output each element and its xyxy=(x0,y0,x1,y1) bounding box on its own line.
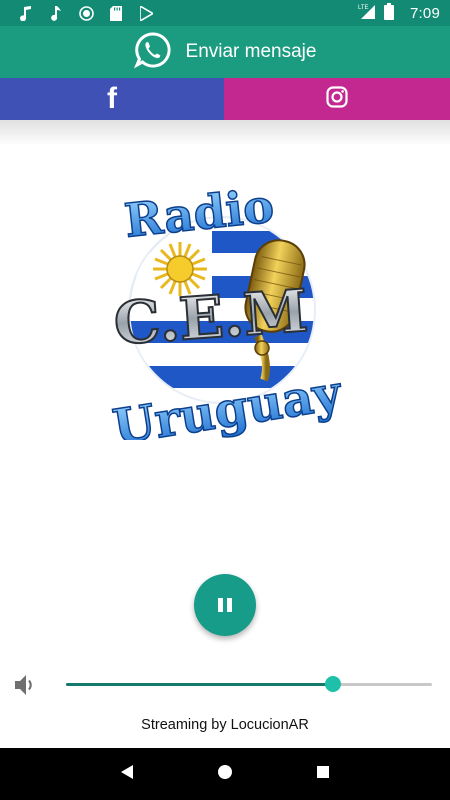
home-icon xyxy=(217,764,233,784)
home-button[interactable] xyxy=(211,760,239,788)
volume-level xyxy=(66,683,334,686)
play-store-icon xyxy=(138,5,154,21)
clock: 7:09 xyxy=(410,4,440,22)
notification-icons xyxy=(18,5,154,21)
instagram-button[interactable] xyxy=(224,78,450,120)
navigation-bar xyxy=(0,748,450,800)
facebook-button[interactable]: f xyxy=(0,78,224,120)
sync-icon xyxy=(78,5,94,21)
pause-icon xyxy=(216,598,234,612)
svg-text:LTE: LTE xyxy=(358,5,369,11)
back-button[interactable] xyxy=(113,760,141,788)
sd-card-icon xyxy=(108,5,124,21)
status-bar: LTE 7:09 xyxy=(0,0,450,26)
volume-icon[interactable] xyxy=(12,672,38,698)
streaming-credit: Streaming by LocucionAR xyxy=(141,717,309,733)
music-note-icon xyxy=(18,5,34,21)
signal-icon: LTE xyxy=(358,3,376,23)
recents-button[interactable] xyxy=(309,760,337,788)
whatsapp-icon xyxy=(133,31,172,73)
social-bar: f xyxy=(0,78,450,120)
instagram-icon xyxy=(326,86,348,112)
battery-icon xyxy=(384,2,394,24)
svg-text:C.E.M: C.E.M xyxy=(112,277,310,358)
back-icon xyxy=(119,764,135,784)
pause-button[interactable] xyxy=(194,574,256,636)
system-status: LTE 7:09 xyxy=(358,2,440,24)
facebook-icon: f xyxy=(107,82,117,115)
recents-icon xyxy=(315,764,331,784)
music-note-icon xyxy=(48,5,64,21)
app-screen: LTE 7:09 Enviar mensaje f Radio C.E.M Ur… xyxy=(0,0,450,800)
radio-logo: Radio C.E.M Uruguay xyxy=(100,168,362,457)
header-shadow xyxy=(0,120,450,146)
volume-thumb[interactable] xyxy=(325,676,342,692)
volume-slider[interactable] xyxy=(66,676,432,692)
whatsapp-button[interactable]: Enviar mensaje xyxy=(0,26,450,78)
whatsapp-label: Enviar mensaje xyxy=(185,41,317,62)
